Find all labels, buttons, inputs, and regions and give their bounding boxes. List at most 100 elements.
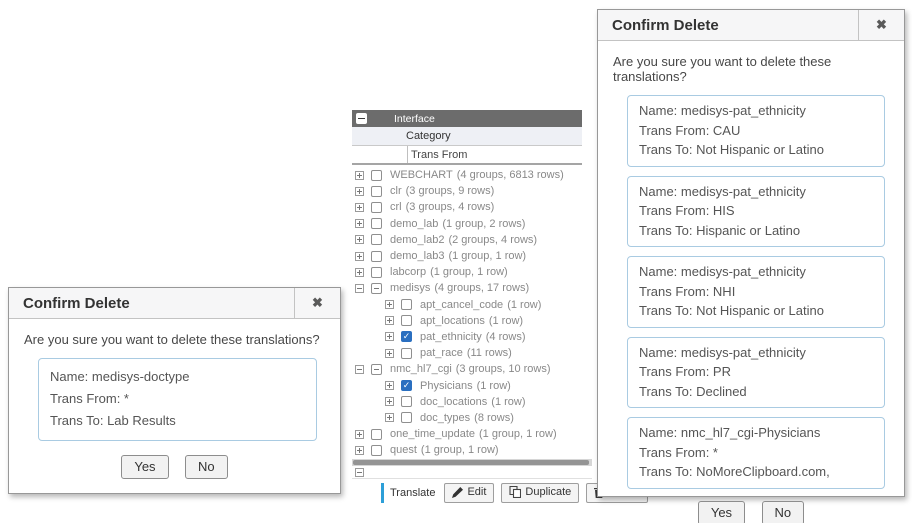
tree-item-label: doc_locations xyxy=(420,396,487,408)
checkbox-indeterminate[interactable] xyxy=(371,283,382,294)
tree-row-clr[interactable]: clr(3 groups, 9 rows) xyxy=(352,183,592,199)
translation-name-line: Name: medisys-pat_ethnicity xyxy=(639,182,873,202)
dialog-body: Are you sure you want to delete these tr… xyxy=(598,41,904,523)
expand-icon[interactable] xyxy=(385,349,394,358)
checkbox-unchecked[interactable] xyxy=(371,218,382,229)
horizontal-scrollbar[interactable] xyxy=(352,459,592,466)
tree-row-demo_lab2[interactable]: demo_lab2(2 groups, 4 rows) xyxy=(352,232,592,248)
tree-row-demo_lab[interactable]: demo_lab(1 group, 2 rows) xyxy=(352,216,592,232)
expand-icon[interactable] xyxy=(385,397,394,406)
checkbox-indeterminate[interactable] xyxy=(371,364,382,375)
tree-row-doc_locations[interactable]: doc_locations (1 row) xyxy=(352,394,592,410)
dialog-title: Confirm Delete xyxy=(9,288,294,318)
checkbox-unchecked[interactable] xyxy=(371,202,382,213)
tree-item-label: medisys xyxy=(390,282,430,294)
tree-row-pat_race[interactable]: pat_race(11 rows) xyxy=(352,345,592,361)
checkbox-unchecked[interactable] xyxy=(401,412,412,423)
expand-icon[interactable] xyxy=(355,430,364,439)
checkbox-unchecked[interactable] xyxy=(371,267,382,278)
expand-icon[interactable] xyxy=(355,268,364,277)
tree-row-medisys[interactable]: medisys (4 groups, 17 rows) xyxy=(352,280,592,296)
checkbox-unchecked[interactable] xyxy=(371,170,382,181)
expand-icon[interactable] xyxy=(355,187,364,196)
tree-item-label: pat_ethnicity xyxy=(420,331,482,343)
confirm-prompt: Are you sure you want to delete these tr… xyxy=(613,54,889,84)
duplicate-button[interactable]: Duplicate xyxy=(501,483,579,503)
tree-row-one_time_update[interactable]: one_time_update(1 group, 1 row) xyxy=(352,426,592,442)
checkbox-unchecked[interactable] xyxy=(401,396,412,407)
no-button[interactable]: No xyxy=(185,455,228,479)
scrollbar-thumb[interactable] xyxy=(353,460,589,465)
dialog-title: Confirm Delete xyxy=(598,10,858,40)
expand-icon[interactable] xyxy=(355,235,364,244)
translation-to-line: Trans To: Declined xyxy=(639,382,873,402)
expand-icon[interactable] xyxy=(355,446,364,455)
tree-row-crl[interactable]: crl(3 groups, 4 rows) xyxy=(352,199,592,215)
no-button[interactable]: No xyxy=(762,501,805,523)
trans-from-column-header[interactable]: Trans From xyxy=(352,146,582,165)
translation-tree: WEBCHART(4 groups, 6813 rows)clr(3 group… xyxy=(352,165,592,459)
expand-icon[interactable] xyxy=(385,381,394,390)
tree-item-count: (2 groups, 4 rows) xyxy=(448,234,537,246)
expand-icon[interactable] xyxy=(385,300,394,309)
collapse-icon[interactable] xyxy=(355,468,364,477)
expand-icon[interactable] xyxy=(385,332,394,341)
close-button[interactable]: ✖ xyxy=(294,288,340,318)
checkbox-unchecked[interactable] xyxy=(371,445,382,456)
expand-icon[interactable] xyxy=(355,171,364,180)
checkbox-unchecked[interactable] xyxy=(371,429,382,440)
expand-icon[interactable] xyxy=(385,316,394,325)
collapse-all-icon[interactable] xyxy=(356,113,367,124)
checkbox-unchecked[interactable] xyxy=(401,315,412,326)
pencil-icon xyxy=(452,487,463,498)
expand-icon[interactable] xyxy=(355,203,364,212)
checkbox-checked[interactable]: ✓ xyxy=(401,331,412,342)
tab-translate[interactable]: Translate xyxy=(390,487,435,499)
checkbox-unchecked[interactable] xyxy=(371,234,382,245)
tree-item-label: demo_lab xyxy=(390,218,438,230)
checkbox-unchecked[interactable] xyxy=(401,299,412,310)
checkbox-unchecked[interactable] xyxy=(401,348,412,359)
edit-button[interactable]: Edit xyxy=(444,483,494,503)
interface-tree-panel: Interface Category Trans From WEBCHART(4… xyxy=(352,110,592,506)
expand-icon[interactable] xyxy=(385,413,394,422)
page: Confirm Delete ✖ Are you sure you want t… xyxy=(0,0,912,523)
tree-row-apt_locations[interactable]: apt_locations(1 row) xyxy=(352,313,592,329)
translation-from-line: Trans From: CAU xyxy=(639,121,873,141)
checkbox-unchecked[interactable] xyxy=(371,186,382,197)
yes-button[interactable]: Yes xyxy=(121,455,168,479)
tree-item-count: (1 row) xyxy=(491,396,525,408)
collapse-icon[interactable] xyxy=(355,365,364,374)
translation-from-line: Trans From: NHI xyxy=(639,282,873,302)
tree-item-count: (4 groups, 17 rows) xyxy=(434,282,529,294)
tree-row-webchart[interactable]: WEBCHART(4 groups, 6813 rows) xyxy=(352,167,592,183)
checkbox-unchecked[interactable] xyxy=(371,251,382,262)
dialog-button-row: Yes No xyxy=(613,501,889,523)
translation-from-line: Trans From: * xyxy=(50,388,305,410)
tree-row-nmc_hl7_cgi[interactable]: nmc_hl7_cgi(3 groups, 10 rows) xyxy=(352,361,592,377)
tree-row-quest[interactable]: quest(1 group, 1 row) xyxy=(352,442,592,458)
tree-item-count: (3 groups, 4 rows) xyxy=(406,201,495,213)
close-button[interactable]: ✖ xyxy=(858,10,904,40)
translation-to-line: Trans To: Hispanic or Latino xyxy=(639,221,873,241)
collapse-icon[interactable] xyxy=(355,284,364,293)
tree-row-doc_types[interactable]: doc_types(8 rows) xyxy=(352,410,592,426)
tree-item-count: (3 groups, 9 rows) xyxy=(406,185,495,197)
translation-item: Name: medisys-doctype Trans From: * Tran… xyxy=(38,358,317,441)
tree-row-labcorp[interactable]: labcorp(1 group, 1 row) xyxy=(352,264,592,280)
yes-button[interactable]: Yes xyxy=(698,501,745,523)
tree-row-physicians[interactable]: ✓Physicians(1 row) xyxy=(352,377,592,393)
tree-row-pat_ethnicity[interactable]: ✓ pat_ethnicity (4 rows) xyxy=(352,329,592,345)
translation-item: Name: nmc_hl7_cgi-Physicians Trans From:… xyxy=(627,417,885,489)
panel-header: Interface xyxy=(352,110,582,127)
tree-item-count: (4 rows) xyxy=(486,331,526,343)
category-column-header[interactable]: Category xyxy=(352,127,582,146)
confirm-delete-dialog-left: Confirm Delete ✖ Are you sure you want t… xyxy=(8,287,341,494)
tree-row-demo_lab3[interactable]: demo_lab3(1 group, 1 row) xyxy=(352,248,592,264)
expand-icon[interactable] xyxy=(355,219,364,228)
checkbox-checked[interactable]: ✓ xyxy=(401,380,412,391)
translation-to-line: Trans To: Not Hispanic or Latino xyxy=(639,301,873,321)
expand-icon[interactable] xyxy=(355,252,364,261)
tree-row-apt_cancel_code[interactable]: apt_cancel_code(1 row) xyxy=(352,297,592,313)
close-icon: ✖ xyxy=(876,17,887,33)
